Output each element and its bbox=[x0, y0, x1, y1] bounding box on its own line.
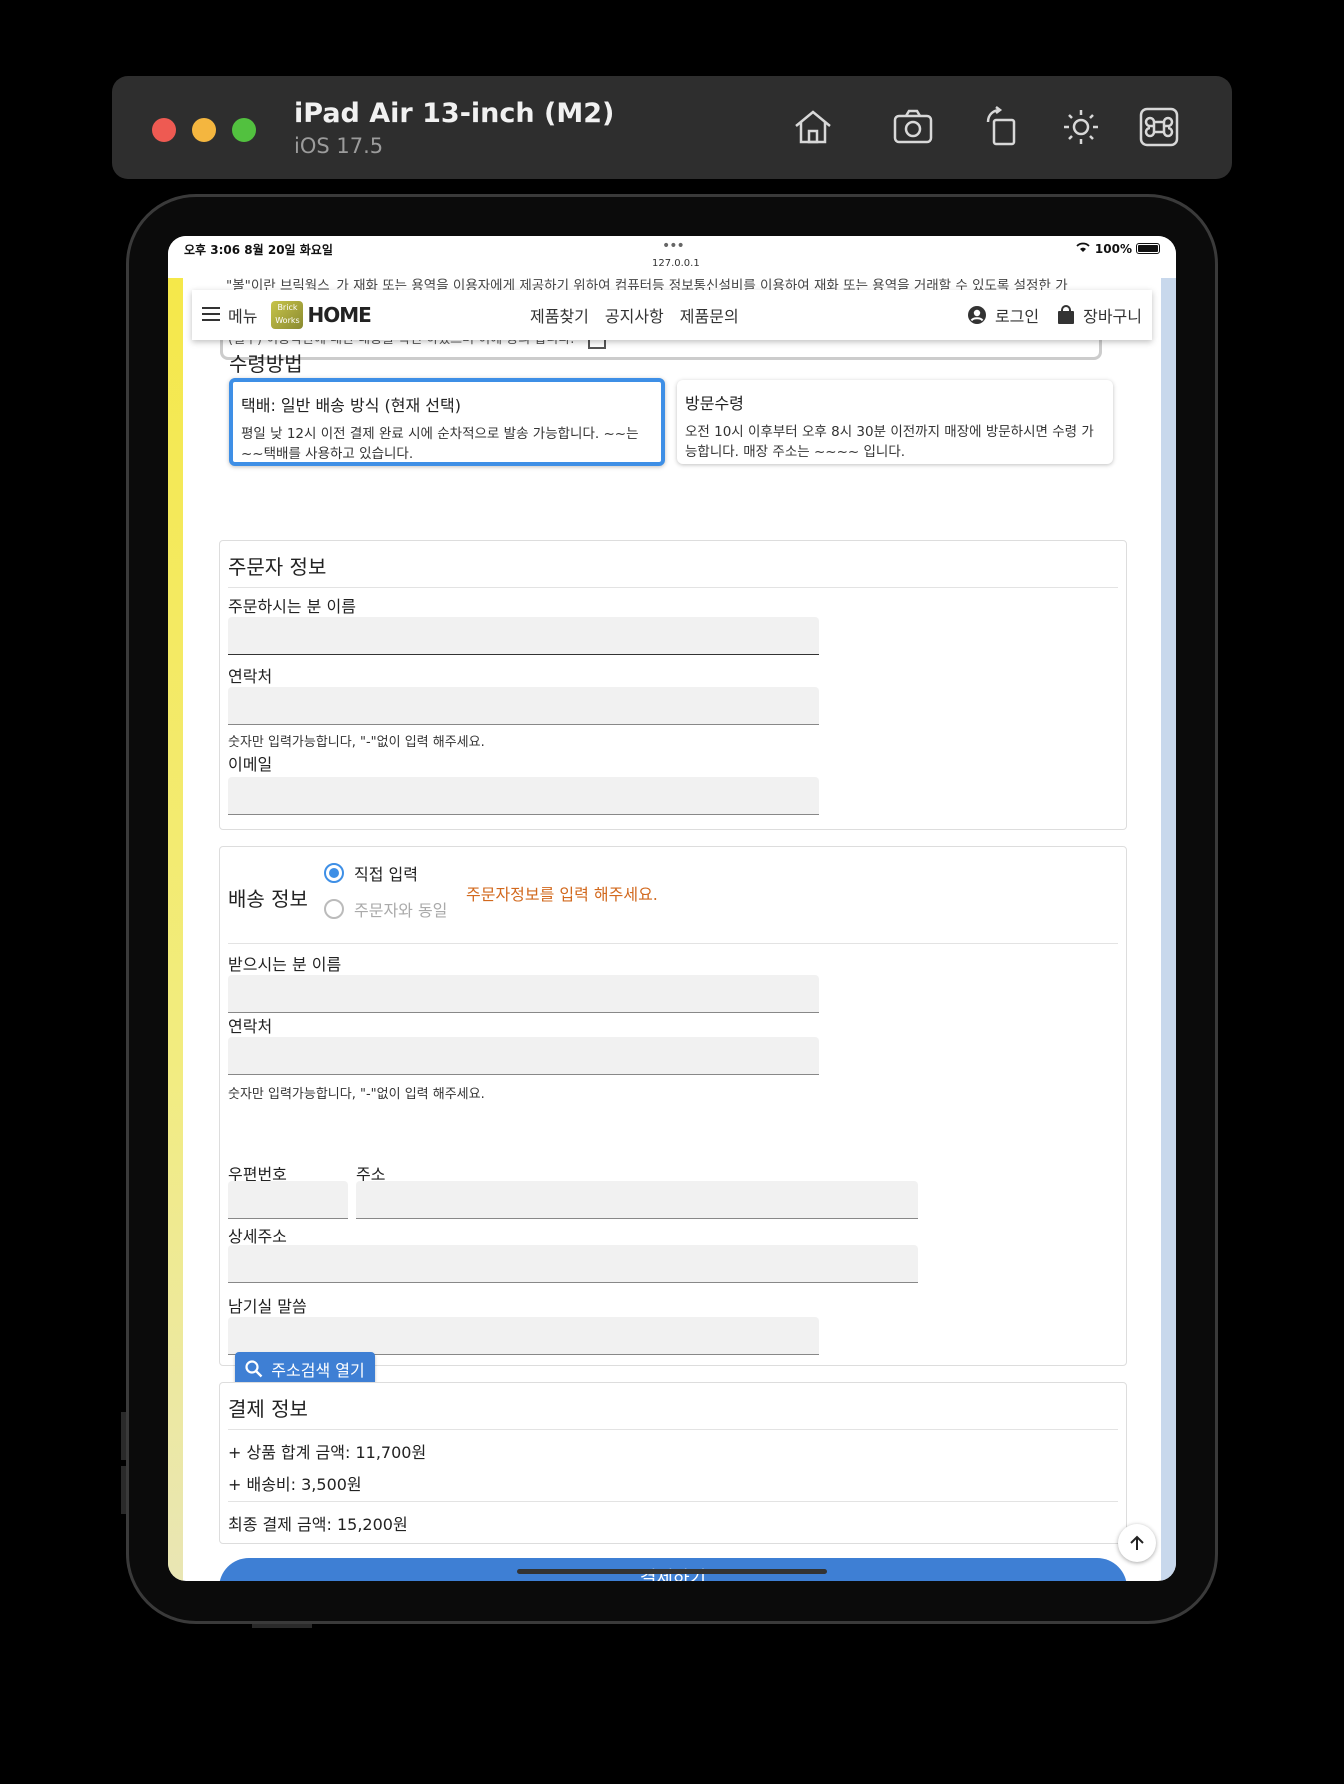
power-button bbox=[252, 1624, 312, 1628]
scroll-to-top-button[interactable] bbox=[1118, 1524, 1156, 1562]
status-bar: 오후 3:06 8월 20일 화요일 ••• 127.0.0.1 100% bbox=[168, 236, 1176, 278]
option-title: 택배: 일반 배송 방식 (현재 선택) bbox=[241, 396, 461, 415]
orderer-phone-label: 연락처 bbox=[228, 667, 273, 686]
receiver-phone-label: 연락처 bbox=[228, 1017, 273, 1036]
hamburger-icon bbox=[202, 306, 220, 325]
brightness-icon[interactable] bbox=[1058, 104, 1104, 150]
account-icon bbox=[967, 306, 986, 324]
receive-option-visit[interactable]: 방문수령 오전 10시 이후부터 오후 8시 30분 이전까지 매장에 방문하시… bbox=[677, 380, 1113, 464]
battery-percent: 100% bbox=[1094, 241, 1132, 256]
volume-button bbox=[121, 1466, 126, 1514]
zoom-window-button[interactable] bbox=[232, 118, 256, 142]
orderer-panel: 주문자 정보 주문하시는 분 이름 연락처 숫자만 입력가능합니다, "-"없이… bbox=[219, 540, 1127, 830]
nav-links: 제품찾기 공지사항 제품문의 bbox=[530, 303, 739, 327]
login-label: 로그인 bbox=[994, 307, 1040, 326]
payment-panel: 결제 정보 + 상품 합계 금액: 11,700원 + 배송비: 3,500원 … bbox=[219, 1382, 1127, 1544]
receiver-phone-hint: 숫자만 입력가능합니다, "-"없이 입력 해주세요. bbox=[228, 1087, 485, 1102]
battery-status: 100% bbox=[1075, 241, 1160, 256]
status-time: 오후 3:06 8월 20일 화요일 bbox=[184, 243, 333, 257]
ipad-screen: 오후 3:06 8월 20일 화요일 ••• 127.0.0.1 100% "볼… bbox=[168, 236, 1176, 1581]
minimize-window-button[interactable] bbox=[192, 118, 216, 142]
option-title: 방문수령 bbox=[685, 394, 744, 413]
close-window-button[interactable] bbox=[152, 118, 176, 142]
status-url: 127.0.0.1 bbox=[652, 258, 700, 269]
divider bbox=[228, 587, 1118, 588]
orderer-title: 주문자 정보 bbox=[228, 555, 327, 579]
receiver-phone-input[interactable] bbox=[228, 1037, 819, 1075]
logo-text: HOME bbox=[307, 303, 371, 327]
radio-direct[interactable]: 직접 입력 bbox=[324, 861, 418, 885]
shipping-panel: 배송 정보 직접 입력 주문자와 동일 주문자정보를 입력 해주세요. 받으시는… bbox=[219, 846, 1127, 1366]
detail-address-input[interactable] bbox=[228, 1245, 918, 1283]
orderer-email-label: 이메일 bbox=[228, 755, 273, 774]
top-nav: 메뉴 Brick Works HOME 제품찾기 공지사항 제품문의 로그인 장… bbox=[192, 290, 1152, 340]
option-desc: 오전 10시 이후부터 오후 8시 30분 이전까지 매장에 방문하시면 수령 … bbox=[685, 424, 1094, 460]
address-search-button[interactable]: 주소검색 열기 bbox=[235, 1352, 375, 1386]
nav-right: 로그인 장바구니 bbox=[967, 303, 1142, 327]
device-name: iPad Air 13-inch (M2) bbox=[294, 98, 615, 129]
arrow-up-icon bbox=[1130, 1535, 1144, 1550]
receive-option-delivery[interactable]: 택배: 일반 배송 방식 (현재 선택) 평일 낮 12시 이전 결제 완료 시… bbox=[229, 378, 665, 466]
shipping-fee-line: + 배송비: 3,500원 bbox=[228, 1475, 362, 1494]
command-icon[interactable] bbox=[1136, 104, 1182, 150]
left-decoration bbox=[168, 278, 183, 1581]
address-search-label: 주소검색 열기 bbox=[271, 1361, 365, 1380]
radio-direct-label: 직접 입력 bbox=[354, 865, 418, 884]
volume-button bbox=[121, 1412, 126, 1460]
shopping-bag-icon bbox=[1058, 305, 1075, 324]
nav-link-inquiry[interactable]: 제품문의 bbox=[680, 303, 739, 327]
divider bbox=[228, 1501, 1118, 1502]
radio-same-label: 주문자와 동일 bbox=[354, 901, 448, 920]
subtotal-line: + 상품 합계 금액: 11,700원 bbox=[228, 1443, 427, 1462]
wifi-icon bbox=[1075, 241, 1091, 256]
divider bbox=[228, 1429, 1118, 1430]
orderer-phone-hint: 숫자만 입력가능합니다, "-"없이 입력 해주세요. bbox=[228, 735, 485, 750]
message-input[interactable] bbox=[228, 1317, 819, 1355]
shipping-warning: 주문자정보를 입력 해주세요. bbox=[466, 885, 658, 904]
nav-link-products[interactable]: 제품찾기 bbox=[530, 303, 589, 327]
menu-button[interactable]: 메뉴 bbox=[202, 303, 257, 327]
menu-label: 메뉴 bbox=[228, 307, 258, 326]
shipping-title: 배송 정보 bbox=[228, 887, 308, 911]
option-desc: 평일 낮 12시 이전 결제 완료 시에 순차적으로 발송 가능합니다. ~~는… bbox=[241, 426, 639, 462]
radio-unchecked-icon bbox=[324, 899, 344, 919]
divider bbox=[228, 943, 1118, 944]
message-label: 남기실 말씀 bbox=[228, 1297, 307, 1316]
nav-link-notices[interactable]: 공지사항 bbox=[605, 303, 664, 327]
screenshot-icon[interactable] bbox=[890, 104, 936, 150]
simulator-toolbar: iPad Air 13-inch (M2) iOS 17.5 bbox=[112, 76, 1232, 179]
rotate-icon[interactable] bbox=[978, 104, 1024, 150]
orderer-email-input[interactable] bbox=[228, 777, 819, 815]
receiver-name-label: 받으시는 분 이름 bbox=[228, 955, 342, 974]
receiver-name-input[interactable] bbox=[228, 975, 819, 1013]
detail-address-label: 상세주소 bbox=[228, 1227, 287, 1246]
radio-same-as-orderer[interactable]: 주문자와 동일 bbox=[324, 897, 447, 921]
zip-input[interactable] bbox=[228, 1181, 348, 1219]
payment-title: 결제 정보 bbox=[228, 1397, 308, 1421]
cart-link[interactable]: 장바구니 bbox=[1057, 303, 1142, 327]
receive-method-title: 수령방법 bbox=[229, 352, 303, 376]
home-icon[interactable] bbox=[790, 104, 836, 150]
address-input[interactable] bbox=[356, 1181, 918, 1219]
search-icon bbox=[245, 1360, 263, 1378]
orderer-name-input[interactable] bbox=[228, 617, 819, 655]
right-decoration bbox=[1161, 278, 1176, 1581]
multitask-dots[interactable]: ••• bbox=[662, 238, 685, 254]
logo-badge: Brick Works bbox=[271, 301, 304, 329]
cart-label: 장바구니 bbox=[1083, 307, 1142, 326]
battery-icon bbox=[1136, 243, 1160, 254]
orderer-name-label: 주문하시는 분 이름 bbox=[228, 597, 356, 616]
orderer-phone-input[interactable] bbox=[228, 687, 819, 725]
os-version: iOS 17.5 bbox=[294, 134, 384, 158]
login-link[interactable]: 로그인 bbox=[967, 303, 1039, 327]
total-line: 최종 결제 금액: 15,200원 bbox=[228, 1515, 408, 1534]
radio-checked-icon bbox=[324, 863, 344, 883]
home-indicator[interactable] bbox=[517, 1569, 827, 1574]
home-logo[interactable]: Brick Works HOME bbox=[271, 301, 372, 329]
